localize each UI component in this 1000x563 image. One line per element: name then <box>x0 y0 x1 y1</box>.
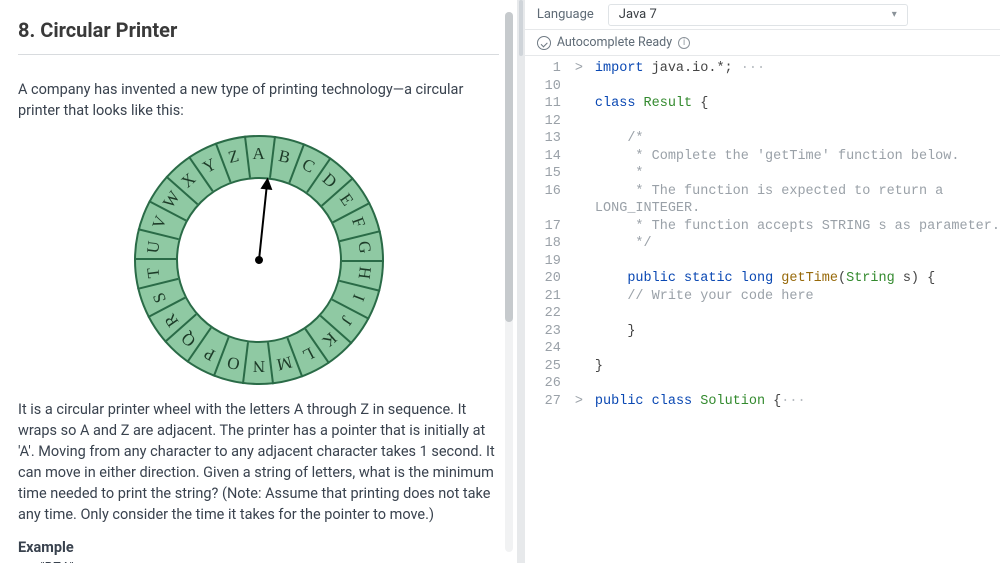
line-gutter: 1101112131415161718192021222324252627 <box>525 56 571 563</box>
check-circle-icon <box>537 36 551 50</box>
pane-divider[interactable] <box>517 0 525 563</box>
editor-panel: Language Java 7 ▾ Autocomplete Ready i 1… <box>525 0 1000 563</box>
code-editor[interactable]: 1101112131415161718192021222324252627 > … <box>525 56 1000 563</box>
language-select[interactable]: Java 7 ▾ <box>608 4 908 26</box>
problem-panel: 8. Circular Printer A company has invent… <box>0 0 517 563</box>
language-label: Language <box>537 7 594 22</box>
language-row: Language Java 7 ▾ <box>525 0 1000 30</box>
autocomplete-row: Autocomplete Ready i <box>525 30 1000 56</box>
example-heading: Example <box>18 539 499 556</box>
info-icon[interactable]: i <box>678 37 690 49</box>
scroll-thumb[interactable] <box>505 12 513 322</box>
autocomplete-label: Autocomplete Ready <box>557 35 672 50</box>
printer-wheel-figure: ABCDEFGHIJKLMNOPQRSTUVWXYZ <box>18 135 499 385</box>
problem-title: 8. Circular Printer <box>18 18 499 55</box>
problem-scrollbar[interactable] <box>505 12 513 552</box>
language-value: Java 7 <box>619 7 657 22</box>
code-area[interactable]: > import java.io.*; ··· class Result { /… <box>571 56 1000 563</box>
chevron-down-icon: ▾ <box>892 9 897 20</box>
